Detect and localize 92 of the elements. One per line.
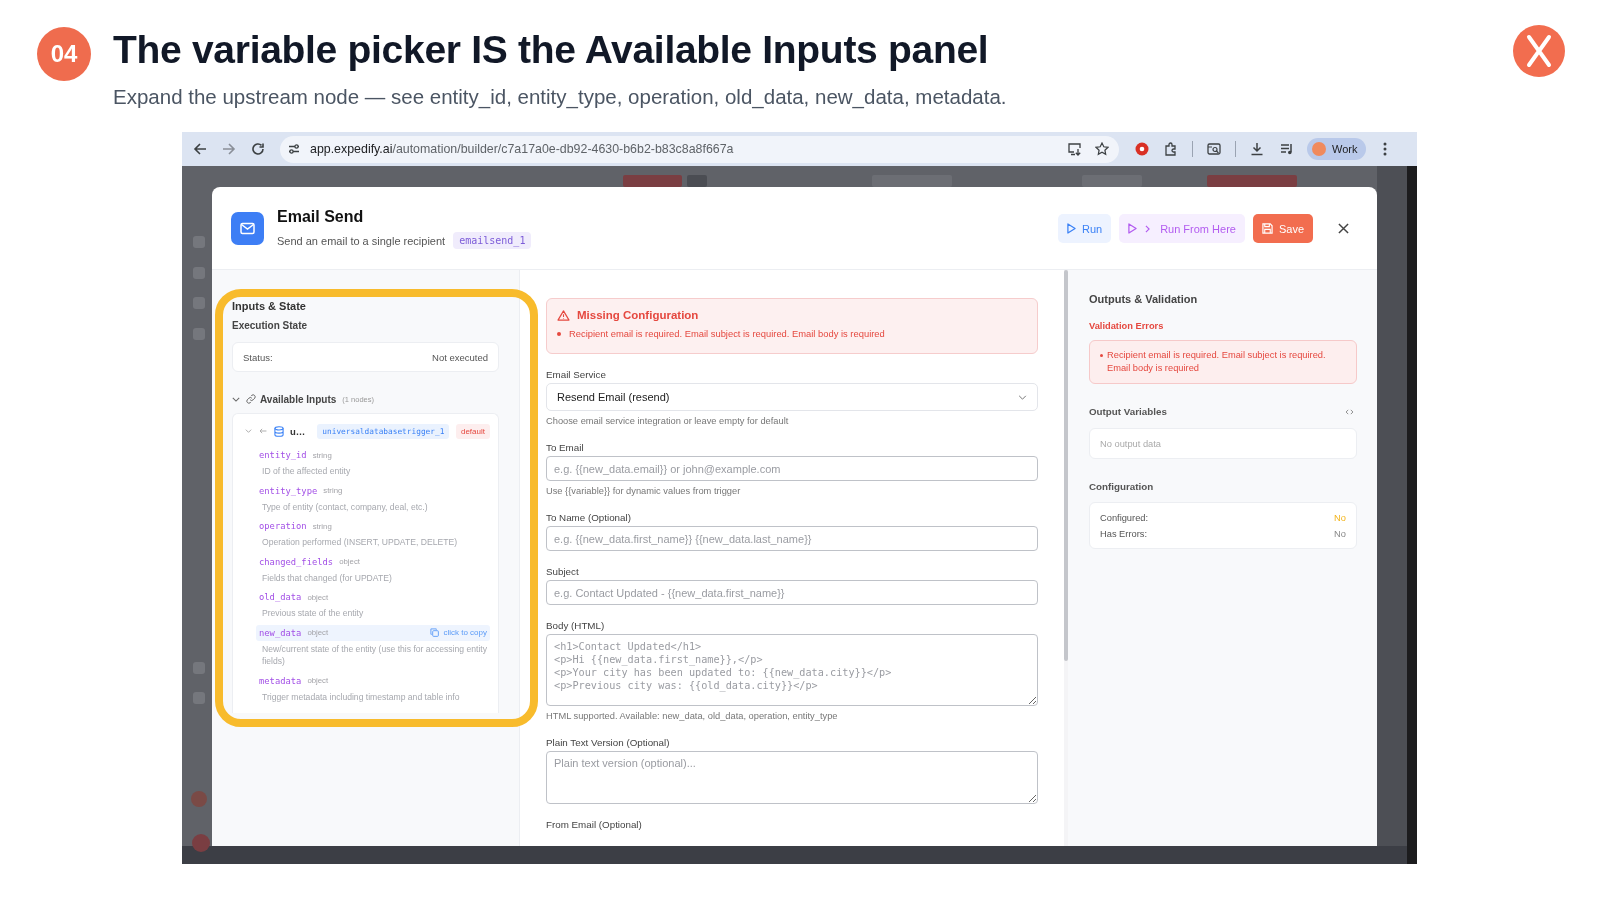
slide-title: The variable picker IS the Available Inputs panel xyxy=(113,29,990,71)
section-title: Output Variables xyxy=(1089,405,1167,419)
warning-icon xyxy=(557,309,570,321)
textarea-field[interactable]: Plain text version (optional)... xyxy=(546,751,1038,804)
bullet-icon xyxy=(1100,354,1103,357)
panel-heading: Inputs & State xyxy=(232,300,307,312)
variable-name: new_data xyxy=(259,627,302,638)
variable-description: Trigger metadata including timestamp and table info xyxy=(261,690,461,703)
help-text: Choose email service integration or leave empty for default xyxy=(546,415,790,427)
back-arrow-icon[interactable] xyxy=(193,142,207,156)
validation-error-text: Recipient email is required. Email subject is required. Email body is required xyxy=(1107,349,1327,375)
scrollbar[interactable] xyxy=(1064,270,1068,661)
field-label: Body (HTML) xyxy=(546,619,606,632)
variable-name: entity_type xyxy=(259,485,318,496)
save-button[interactable]: Save xyxy=(1252,214,1313,243)
variable-name: old_data xyxy=(259,592,302,602)
alert-message: Recipient email is required. Email subject is required. Email body is required xyxy=(569,328,885,339)
step-number-badge: 04 xyxy=(37,27,91,81)
help-text: Use {{variable}} for dynamic values from trigger xyxy=(546,485,742,497)
reload-icon[interactable] xyxy=(251,142,265,156)
variable-name: metadata xyxy=(259,675,302,686)
play-icon xyxy=(1128,223,1138,234)
node-name: u… xyxy=(290,425,306,437)
section-title: Configuration xyxy=(1089,480,1155,494)
chevron-down-icon[interactable] xyxy=(232,396,240,402)
section-title: Execution State xyxy=(232,320,309,332)
panel-heading: Outputs & Validation xyxy=(1089,292,1199,306)
database-icon xyxy=(274,425,284,437)
extension-icon[interactable] xyxy=(1135,142,1149,156)
play-icon xyxy=(1066,223,1076,234)
status-value: Not executed xyxy=(432,351,488,363)
address-bar[interactable]: app.expedify.ai/automation/builder/c7a17a0e-db92-4630-b6b2-b83c8a8f667a xyxy=(280,135,1119,163)
code-icon[interactable] xyxy=(1345,409,1354,415)
status-label: Status: xyxy=(243,351,273,363)
field-label: From Email (Optional) xyxy=(546,818,643,831)
media-list-icon[interactable] xyxy=(1280,142,1294,156)
validation-errors-title: Validation Errors xyxy=(1089,320,1165,332)
field-label: To Name (Optional) xyxy=(546,511,632,524)
variable-description: Fields that changed (for UPDATE) xyxy=(261,571,393,584)
star-icon[interactable] xyxy=(1095,142,1109,156)
chevron-right-icon xyxy=(1145,224,1151,233)
config-label: Has Errors: xyxy=(1100,528,1147,541)
variable-description: ID of the affected entity xyxy=(261,465,352,478)
help-text: HTML supported. Available: new_data, old_data, operation, entity_type xyxy=(546,710,839,722)
config-value: No xyxy=(1334,528,1346,541)
more-vertical-icon[interactable] xyxy=(1383,142,1388,156)
tab-search-icon[interactable] xyxy=(1207,142,1221,156)
forward-arrow-icon[interactable] xyxy=(222,142,236,156)
field-label: Email Service xyxy=(546,368,607,381)
dialog-subtitle: Send an email to a single recipient xyxy=(277,234,446,247)
variable-name: entity_id xyxy=(259,450,307,460)
text-input[interactable]: e.g. {{new_data.first_name}} {{new_data.last_name}} xyxy=(546,526,1038,551)
text-input[interactable]: e.g. {{new_data.email}} or john@example.com xyxy=(546,456,1038,481)
config-label: Configured: xyxy=(1100,512,1149,525)
variable-name: operation xyxy=(259,521,307,531)
link-icon xyxy=(246,394,256,404)
close-icon[interactable] xyxy=(1338,223,1349,234)
chevron-down-icon xyxy=(1018,394,1027,400)
text-input[interactable]: e.g. Contact Updated - {{new_data.first_name}} xyxy=(546,580,1038,605)
puzzle-icon[interactable] xyxy=(1164,142,1178,156)
arrow-left-icon xyxy=(259,428,267,434)
output-variables-panel: No output data xyxy=(1089,428,1357,459)
variable-description: Previous state of the entity xyxy=(261,607,365,620)
node-id-tag: emailsend_1 xyxy=(453,232,532,249)
default-tag: default xyxy=(455,423,490,439)
code-textarea[interactable]: <h1>Contact Updated</h1> <p>Hi {{new_data.first_name}},</p> <p>Your city has been updated to: {{new_data.city}}</p> <p>Previous city was: {{old_data.city}}</p> xyxy=(546,634,1038,706)
run-button[interactable]: Run xyxy=(1057,214,1112,243)
run-from-here-button[interactable]: Run From Here xyxy=(1119,214,1245,243)
copy-icon xyxy=(430,628,440,637)
alert-title: Missing Configuration xyxy=(577,309,699,321)
profile-button[interactable]: Work xyxy=(1307,138,1367,160)
variable-description: Operation performed (INSERT, UPDATE, DELETE) xyxy=(261,536,458,549)
avatar-icon xyxy=(1312,142,1326,156)
copy-button[interactable]: click to copy xyxy=(430,628,487,637)
variable-name: changed_fields xyxy=(259,556,334,567)
variable-description: Type of entity (contact, company, deal, etc.) xyxy=(261,500,429,513)
download-icon[interactable] xyxy=(1250,142,1264,156)
install-app-icon[interactable] xyxy=(1068,142,1082,156)
save-icon xyxy=(1261,223,1273,234)
variable-description: New/current state of the entity (use this for accessing entity fields) xyxy=(261,642,488,668)
mail-icon xyxy=(231,212,264,245)
site-settings-icon[interactable] xyxy=(288,143,300,155)
x-logo-icon xyxy=(1513,25,1565,77)
available-inputs-label: Available Inputs xyxy=(260,393,337,405)
select-field[interactable]: Resend Email (resend) xyxy=(546,383,1038,411)
field-label: Plain Text Version (Optional) xyxy=(546,736,671,749)
config-value: No xyxy=(1334,512,1346,525)
slide-subtitle: Expand the upstream node — see entity_id, entity_type, operation, old_data, new_data, metadata. xyxy=(113,85,1007,109)
dialog-title: Email Send xyxy=(277,207,365,227)
field-label: Subject xyxy=(546,565,580,578)
field-label: To Email xyxy=(546,441,585,454)
bullet-icon xyxy=(557,331,561,336)
